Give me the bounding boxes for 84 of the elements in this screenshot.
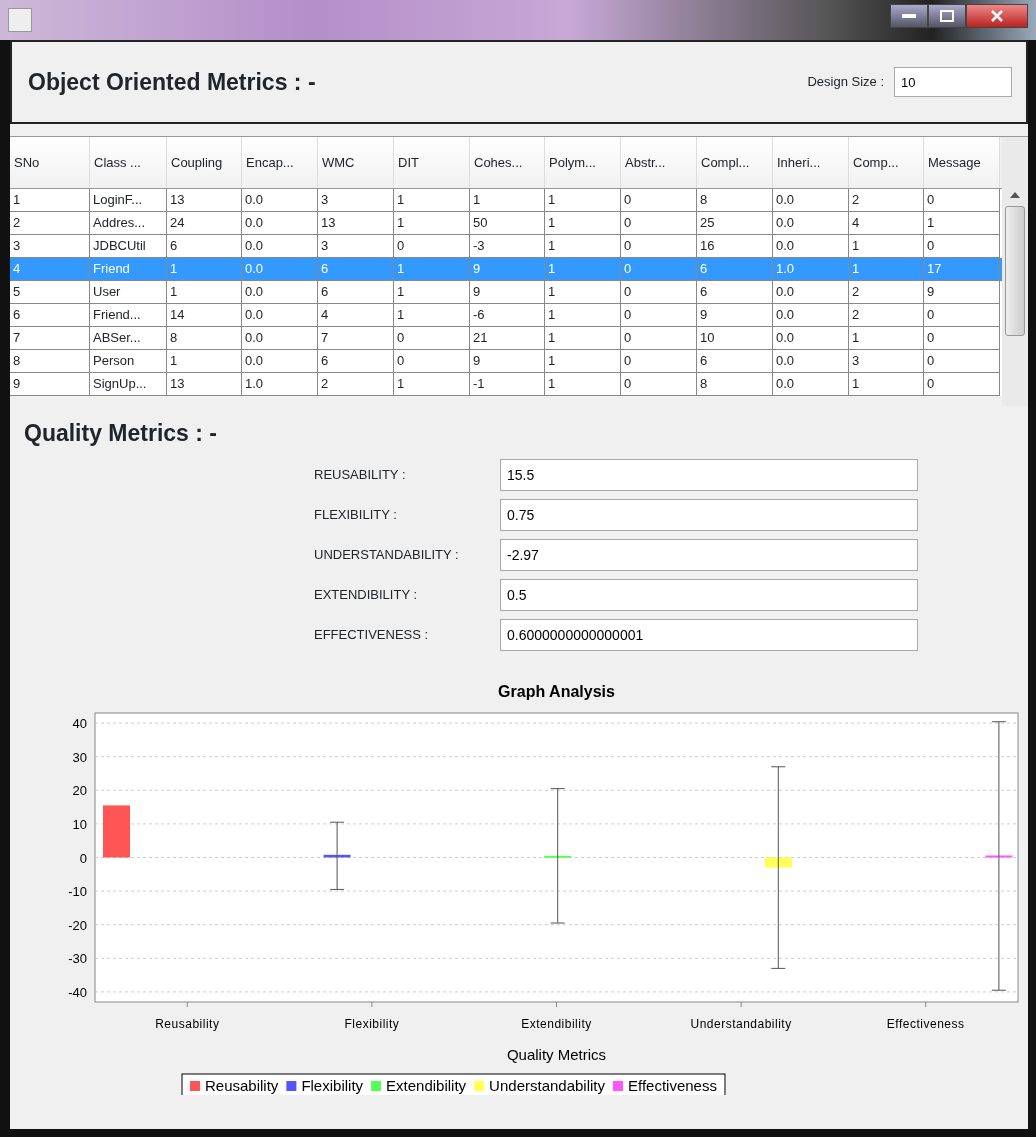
table-cell: 8 <box>697 373 773 396</box>
axis-title: Quality Metrics <box>506 1045 607 1063</box>
column-header[interactable]: Message <box>924 137 1000 188</box>
bar <box>544 855 572 858</box>
column-header[interactable]: SNo <box>10 137 90 188</box>
column-header[interactable]: Class ... <box>90 137 167 188</box>
error-bar <box>329 821 345 890</box>
bar <box>103 804 130 857</box>
table-cell: 9 <box>10 373 90 396</box>
field-label: EXTENDIBILITY : <box>314 585 419 604</box>
table-row[interactable]: 6 Friend... 14 0.0 4 1 -6 1 0 9 0.0 2 0 <box>10 304 1002 327</box>
close-icon <box>990 10 1004 22</box>
metric-field[interactable]: 0.6000000000000001 <box>500 618 918 651</box>
scrollbar[interactable] <box>1002 137 1028 406</box>
column-header[interactable]: WMC <box>318 137 394 188</box>
section-title: Quality Metrics : - <box>24 419 218 448</box>
app-icon <box>8 8 32 32</box>
axis-label: Understandability <box>690 1016 792 1031</box>
field-label: Design Size : <box>807 73 884 92</box>
field-label: REUSABILITY : <box>314 465 407 484</box>
scroll-up-icon[interactable] <box>1010 192 1020 198</box>
tick-label: 10 <box>72 816 87 832</box>
column-header[interactable]: Compl... <box>697 137 773 188</box>
table-cell: 1 <box>849 373 924 396</box>
tick-label: -20 <box>68 917 87 933</box>
maximize-icon <box>940 10 954 22</box>
tick-label: 30 <box>72 749 87 765</box>
table-row[interactable]: 7 ABSer... 8 0.0 7 0 21 1 0 10 0.0 1 0 <box>10 327 1002 350</box>
table-row[interactable]: 5 User 1 0.0 6 1 9 1 0 6 0.0 2 9 <box>10 281 1002 304</box>
maximize-button[interactable] <box>928 4 966 28</box>
table-cell: 0 <box>621 373 697 396</box>
legend-label: Effectiveness <box>628 1076 717 1094</box>
table-cell: 1 <box>545 373 621 396</box>
column-header[interactable]: Abstr... <box>621 137 697 188</box>
legend-label: Understandability <box>489 1076 605 1094</box>
column-header[interactable]: Cohes... <box>470 137 545 188</box>
bar <box>764 857 792 868</box>
column-header[interactable]: Coupling <box>167 137 242 188</box>
table-cell: 0.0 <box>773 373 849 396</box>
table-row[interactable]: 2 Addres... 24 0.0 13 1 50 1 0 25 0.0 4 1 <box>10 212 1002 235</box>
table-cell: 1 <box>394 373 470 396</box>
tick-label: -40 <box>68 984 87 1000</box>
field-label: EFFECTIVENESS : <box>314 625 430 644</box>
tick-label: -10 <box>68 883 87 899</box>
column-header[interactable]: Encap... <box>242 137 318 188</box>
column-header[interactable]: Inheri... <box>773 137 849 188</box>
table-cell: 13 <box>167 373 242 396</box>
tick-label: 20 <box>72 782 87 798</box>
column-header[interactable]: Comp... <box>849 137 924 188</box>
bar <box>323 854 351 857</box>
chart-title: Graph Analysis <box>498 682 615 700</box>
table-row[interactable]: 3 JDBCUtil 6 0.0 3 0 -3 1 0 16 0.0 1 0 <box>10 235 1002 258</box>
table-cell: 1.0 <box>242 373 318 396</box>
metric-field[interactable]: 15.5 <box>500 458 918 491</box>
close-button[interactable] <box>966 4 1028 28</box>
legend-label: Extendibility <box>386 1076 467 1094</box>
scroll-thumb[interactable] <box>1005 206 1025 336</box>
metric-field[interactable]: 0.5 <box>500 578 918 611</box>
axis-label: Reusability <box>155 1016 220 1031</box>
legend-label: Flexibility <box>301 1076 364 1094</box>
axis-label: Effectiveness <box>886 1016 965 1031</box>
axis-label: Flexibility <box>344 1016 400 1031</box>
tick-label: -30 <box>68 950 87 966</box>
metric-field[interactable]: -2.97 <box>500 538 918 571</box>
metric-field[interactable]: 0.75 <box>500 498 918 531</box>
field-label: UNDERSTANDABILITY : <box>314 545 460 564</box>
table-row[interactable]: 1 LoginF... 13 0.0 3 1 1 1 0 8 0.0 2 0 <box>10 189 1002 212</box>
axis-label: Extendibility <box>521 1016 592 1031</box>
tick-label: 0 <box>79 850 87 865</box>
table-cell: SignUp... <box>90 373 167 396</box>
tick-label: 40 <box>72 715 87 731</box>
legend-label: Reusability <box>205 1076 279 1094</box>
table-row[interactable]: 8 Person 1 0.0 6 0 9 1 0 6 0.0 3 0 <box>10 350 1002 373</box>
table-cell: 2 <box>318 373 394 396</box>
column-header[interactable]: Polym... <box>545 137 621 188</box>
field-label: FLEXIBILITY : <box>314 505 398 524</box>
table-cell: 0 <box>924 373 1000 396</box>
design-size-field[interactable]: 10 <box>894 67 1012 97</box>
minimize-icon <box>902 14 916 18</box>
table-row[interactable]: 9 SignUp... 13 1.0 2 1 -1 1 0 8 0.0 1 0 <box>10 373 1002 396</box>
section-title: Object Oriented Metrics : - <box>28 67 316 97</box>
table-cell: -1 <box>470 373 545 396</box>
column-header[interactable]: DIT <box>394 137 470 188</box>
minimize-button[interactable] <box>890 4 928 28</box>
